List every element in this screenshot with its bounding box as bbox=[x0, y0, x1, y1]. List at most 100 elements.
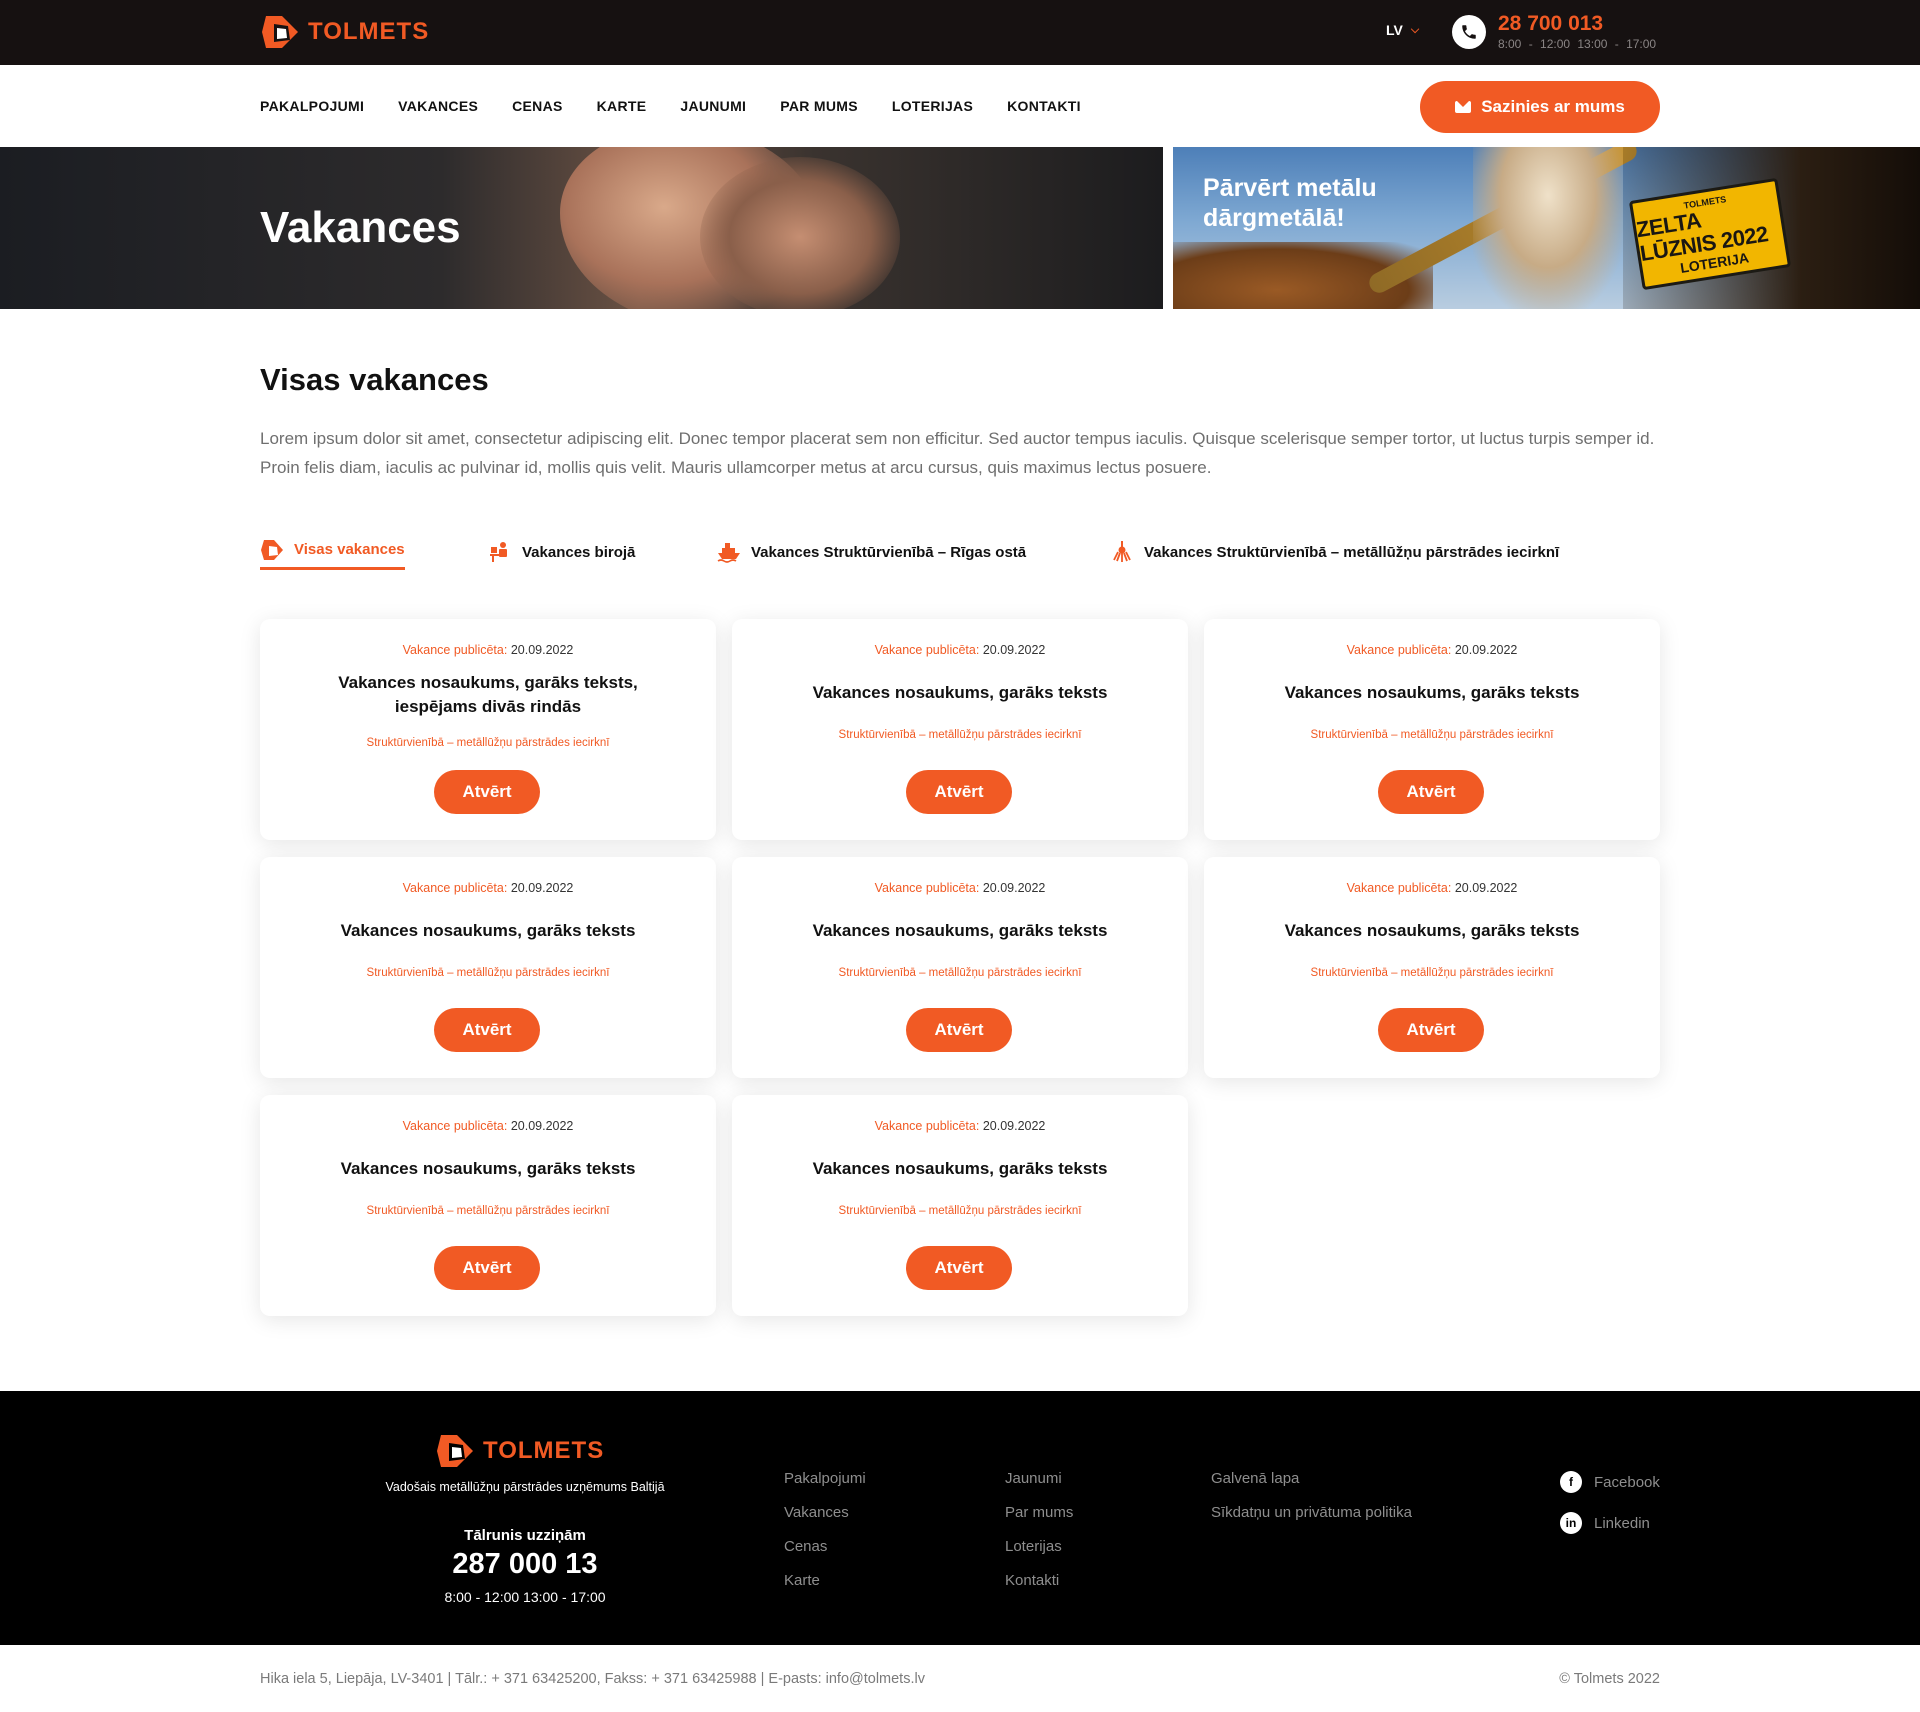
footer-link-home[interactable]: Galvenā lapa bbox=[1211, 1469, 1412, 1488]
published-label: Vakance publicēta: bbox=[874, 881, 980, 895]
open-vacancy-button[interactable]: Atvērt bbox=[434, 1246, 540, 1290]
footer: TOLMETS Vadošais metāllūžņu pārstrādes u… bbox=[0, 1391, 1920, 1645]
vacancy-unit: Struktūrvienībā – metāllūžņu pārstrādes … bbox=[838, 1205, 1082, 1217]
hero-banner: Vakances bbox=[0, 147, 1163, 309]
vacancy-title: Vakances nosaukums, garāks teksts bbox=[340, 921, 636, 940]
tab-label: Vakances Struktūrvienībā – metāllūžņu pā… bbox=[1144, 543, 1560, 561]
vacancy-title: Vakances nosaukums, garāks teksts bbox=[1284, 683, 1580, 702]
nav-item-karte[interactable]: KARTE bbox=[597, 98, 647, 114]
footer-link-pakalpojumi[interactable]: Pakalpojumi bbox=[784, 1469, 866, 1488]
linkedin-label: Linkedin bbox=[1594, 1514, 1650, 1532]
section-title: Visas vakances bbox=[260, 362, 489, 397]
footer-tagline: Vadošais metāllūžņu pārstrādes uzņēmums … bbox=[385, 1480, 665, 1494]
nav-item-cenas[interactable]: CENAS bbox=[512, 98, 563, 114]
tab-port-vacancies[interactable]: Vakances Struktūrvienībā – Rīgas ostā bbox=[717, 534, 1026, 570]
nav-item-jaunumi[interactable]: JAUNUMI bbox=[680, 98, 746, 114]
footer-link-vakances[interactable]: Vakances bbox=[784, 1503, 866, 1522]
footer-phone-number[interactable]: 287 000 13 bbox=[355, 1548, 695, 1581]
contact-us-button[interactable]: Sazinies ar mums bbox=[1420, 81, 1660, 133]
open-vacancy-button[interactable]: Atvērt bbox=[434, 770, 540, 814]
open-vacancy-button[interactable]: Atvērt bbox=[906, 1246, 1012, 1290]
ship-icon bbox=[717, 543, 740, 563]
footer-links-col-1: Pakalpojumi Vakances Cenas Karte bbox=[784, 1469, 866, 1590]
footer-link-loterijas[interactable]: Loterijas bbox=[1005, 1537, 1073, 1556]
tolmets-logo-icon bbox=[261, 539, 283, 560]
header-phone-number[interactable]: 28 700 013 bbox=[1498, 12, 1603, 36]
published-label: Vakance publicēta: bbox=[402, 1119, 508, 1133]
footer-link-jaunumi[interactable]: Jaunumi bbox=[1005, 1469, 1073, 1488]
tolmets-logo-icon bbox=[437, 1435, 473, 1467]
facebook-link[interactable]: f Facebook bbox=[1560, 1471, 1660, 1493]
header-logo[interactable]: TOLMETS bbox=[260, 12, 429, 52]
footer-link-cenas[interactable]: Cenas bbox=[784, 1537, 866, 1556]
footer-logo[interactable]: TOLMETS bbox=[435, 1431, 604, 1471]
footer-link-karte[interactable]: Karte bbox=[784, 1571, 866, 1590]
page-title: Vakances bbox=[260, 203, 461, 252]
section-description: Lorem ipsum dolor sit amet, consectetur … bbox=[260, 429, 1655, 477]
published-date-value: 20.09.2022 bbox=[510, 643, 574, 657]
contact-us-label: Sazinies ar mums bbox=[1481, 97, 1625, 116]
vacancy-title: Vakances nosaukums, garāks teksts bbox=[812, 683, 1108, 702]
tab-scrap-yard-vacancies[interactable]: Vakances Struktūrvienībā – metāllūžņu pā… bbox=[1110, 534, 1559, 570]
open-vacancy-button[interactable]: Atvērt bbox=[906, 770, 1012, 814]
tab-label: Vakances birojā bbox=[522, 543, 636, 561]
published-date: Vakance publicēta: 20.09.2022 bbox=[1204, 643, 1660, 657]
vacancy-card: Vakance publicēta: 20.09.2022 Vakances n… bbox=[732, 1095, 1188, 1316]
published-label: Vakance publicēta: bbox=[874, 1119, 980, 1133]
linkedin-icon: in bbox=[1560, 1512, 1582, 1534]
envelope-icon bbox=[1455, 101, 1472, 113]
vacancy-title: Vakances nosaukums, garāks teksts bbox=[1284, 921, 1580, 940]
published-date-value: 20.09.2022 bbox=[982, 881, 1046, 895]
promo-headline: Pārvērt metālu dārgmetālā! bbox=[1203, 174, 1377, 232]
tab-office-vacancies[interactable]: Vakances birojā bbox=[488, 534, 635, 570]
footer-phone-label: Tālrunis uzziņām bbox=[464, 1527, 586, 1544]
tab-all-vacancies[interactable]: Visas vakances bbox=[260, 534, 405, 570]
vacancy-unit: Struktūrvienībā – metāllūžņu pārstrādes … bbox=[366, 1205, 610, 1217]
open-vacancy-button[interactable]: Atvērt bbox=[434, 1008, 540, 1052]
published-date: Vakance publicēta: 20.09.2022 bbox=[260, 881, 716, 895]
nav-item-vakances[interactable]: VAKANCES bbox=[398, 98, 478, 114]
facebook-icon: f bbox=[1560, 1471, 1582, 1493]
nav-links: PAKALPOJUMI VAKANCES CENAS KARTE JAUNUMI… bbox=[260, 98, 1081, 114]
published-date: Vakance publicēta: 20.09.2022 bbox=[260, 643, 716, 657]
vacancy-unit: Struktūrvienībā – metāllūžņu pārstrādes … bbox=[1310, 729, 1554, 741]
claw-crane-icon bbox=[1113, 541, 1131, 562]
footer-link-par-mums[interactable]: Par mums bbox=[1005, 1503, 1073, 1522]
promo-person-image bbox=[1473, 147, 1623, 309]
vacancy-unit: Struktūrvienībā – metāllūžņu pārstrādes … bbox=[838, 729, 1082, 741]
vacancy-unit: Struktūrvienībā – metāllūžņu pārstrādes … bbox=[366, 737, 610, 749]
language-selector[interactable]: LV ⌵ bbox=[1386, 22, 1419, 38]
published-date-value: 20.09.2022 bbox=[982, 643, 1046, 657]
linkedin-link[interactable]: in Linkedin bbox=[1560, 1512, 1660, 1534]
open-vacancy-button[interactable]: Atvērt bbox=[906, 1008, 1012, 1052]
nav-item-loterijas[interactable]: LOTERIJAS bbox=[892, 98, 973, 114]
vacancy-card: Vakance publicēta: 20.09.2022 Vakances n… bbox=[260, 619, 716, 840]
footer-link-privacy[interactable]: Sīkdatņu un privātuma politika bbox=[1211, 1503, 1412, 1522]
vacancy-card: Vakance publicēta: 20.09.2022 Vakances n… bbox=[1204, 857, 1660, 1078]
published-label: Vakance publicēta: bbox=[1346, 881, 1452, 895]
published-date-value: 20.09.2022 bbox=[1454, 881, 1518, 895]
published-date: Vakance publicēta: 20.09.2022 bbox=[732, 881, 1188, 895]
published-date: Vakance publicēta: 20.09.2022 bbox=[260, 1119, 716, 1133]
footer-link-kontakti[interactable]: Kontakti bbox=[1005, 1571, 1073, 1590]
nav-item-pakalpojumi[interactable]: PAKALPOJUMI bbox=[260, 98, 364, 114]
vacancy-title: Vakances nosaukums, garāks teksts bbox=[340, 1159, 636, 1178]
footer-links-col-3: Galvenā lapa Sīkdatņu un privātuma polit… bbox=[1211, 1469, 1412, 1522]
company-contacts: Hika iela 5, Liepāja, LV-3401 | Tālr.: +… bbox=[260, 1671, 925, 1687]
vacancy-card: Vakance publicēta: 20.09.2022 Vakances n… bbox=[260, 857, 716, 1078]
lottery-promo-banner[interactable]: Pārvērt metālu dārgmetālā! TOLMETS ZELTA… bbox=[1173, 147, 1920, 309]
published-date: Vakance publicēta: 20.09.2022 bbox=[1204, 881, 1660, 895]
office-worker-icon bbox=[490, 542, 507, 562]
published-date-value: 20.09.2022 bbox=[510, 1119, 574, 1133]
nav-item-par-mums[interactable]: PAR MUMS bbox=[780, 98, 858, 114]
open-vacancy-button[interactable]: Atvērt bbox=[1378, 770, 1484, 814]
language-label: LV bbox=[1386, 22, 1403, 38]
published-label: Vakance publicēta: bbox=[874, 643, 980, 657]
phone-icon bbox=[1452, 15, 1486, 49]
nav-item-kontakti[interactable]: KONTAKTI bbox=[1007, 98, 1081, 114]
main-navigation: PAKALPOJUMI VAKANCES CENAS KARTE JAUNUMI… bbox=[0, 65, 1920, 147]
tab-label: Vakances Struktūrvienībā – Rīgas ostā bbox=[751, 543, 1027, 561]
vacancy-title: Vakances nosaukums, garāks teksts bbox=[812, 1159, 1108, 1178]
open-vacancy-button[interactable]: Atvērt bbox=[1378, 1008, 1484, 1052]
copyright: © Tolmets 2022 bbox=[1559, 1671, 1660, 1687]
